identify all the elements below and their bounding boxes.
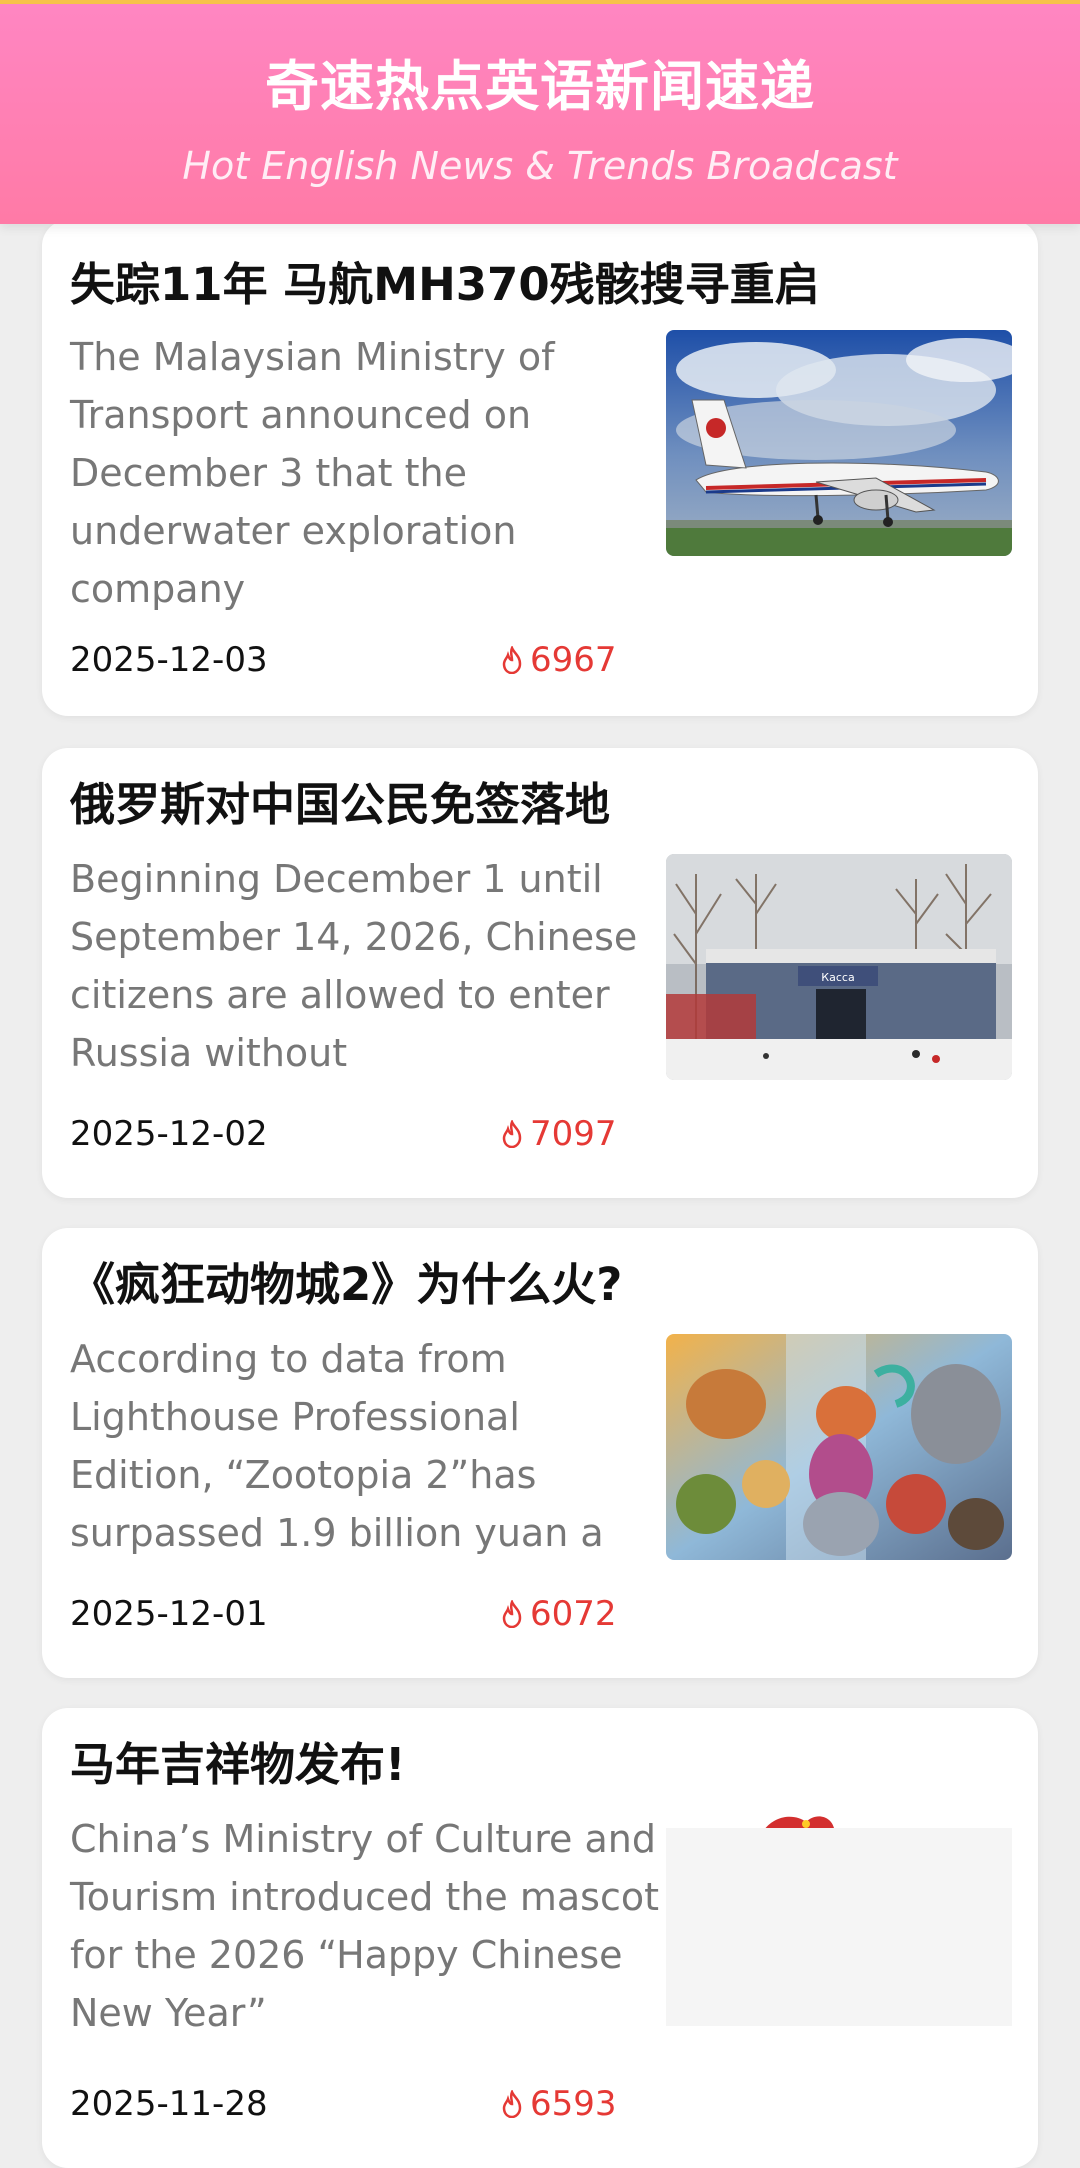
news-date: 2025-11-28 xyxy=(70,2084,268,2124)
hot-count: 6967 xyxy=(500,640,617,680)
news-summary: China’s Ministry of Culture and Tourism … xyxy=(70,1817,659,2035)
news-feed: 失踪11年 马航MH370残骸搜寻重启 The Malaysian Minist… xyxy=(0,0,1080,2168)
hot-count-value: 6072 xyxy=(530,1594,617,1634)
app-header: 奇速热点英语新闻速递 Hot English News & Trends Bro… xyxy=(0,0,1080,224)
hot-count: 7097 xyxy=(500,1114,617,1154)
fire-icon xyxy=(502,2090,522,2118)
fire-icon xyxy=(502,1600,522,1628)
news-thumbnail-russia[interactable]: Касса xyxy=(666,854,1012,1080)
news-date: 2025-12-01 xyxy=(70,1594,268,1634)
hot-count: 6593 xyxy=(500,2084,617,2124)
sign-kassa: Касса xyxy=(821,971,854,984)
fire-icon xyxy=(502,1120,522,1148)
news-thumbnail-mascot[interactable] xyxy=(666,1812,1012,2026)
news-thumbnail-zootopia[interactable] xyxy=(666,1334,1012,1560)
news-title: 马年吉祥物发布! xyxy=(70,1738,406,1791)
news-card[interactable]: 马年吉祥物发布! China’s Ministry of Culture and… xyxy=(42,1708,1038,2168)
page-title: 奇速热点英语新闻速递 xyxy=(265,55,815,118)
news-card[interactable]: 俄罗斯对中国公民免签落地 Beginning December 1 until … xyxy=(42,748,1038,1198)
news-summary: The Malaysian Ministry of Transport anno… xyxy=(70,335,555,611)
fire-icon xyxy=(502,646,522,674)
news-thumbnail-plane[interactable] xyxy=(666,330,1012,556)
news-card[interactable]: 失踪11年 马航MH370残骸搜寻重启 The Malaysian Minist… xyxy=(42,220,1038,716)
news-date: 2025-12-02 xyxy=(70,1114,268,1154)
news-title: 失踪11年 马航MH370残骸搜寻重启 xyxy=(70,258,820,311)
hot-count: 6072 xyxy=(500,1594,617,1634)
news-title: 俄罗斯对中国公民免签落地 xyxy=(70,778,611,831)
hot-count-value: 7097 xyxy=(530,1114,617,1154)
news-summary: Beginning December 1 until September 14,… xyxy=(70,857,638,1075)
hot-count-value: 6593 xyxy=(530,2084,617,2124)
news-card[interactable]: 《疯狂动物城2》为什么火? According to data from Lig… xyxy=(42,1228,1038,1678)
hot-count-value: 6967 xyxy=(530,640,617,680)
news-summary: According to data from Lighthouse Profes… xyxy=(70,1337,604,1555)
page-subtitle: Hot English News & Trends Broadcast xyxy=(182,144,898,188)
news-date: 2025-12-03 xyxy=(70,640,268,680)
news-title: 《疯狂动物城2》为什么火? xyxy=(70,1258,623,1311)
